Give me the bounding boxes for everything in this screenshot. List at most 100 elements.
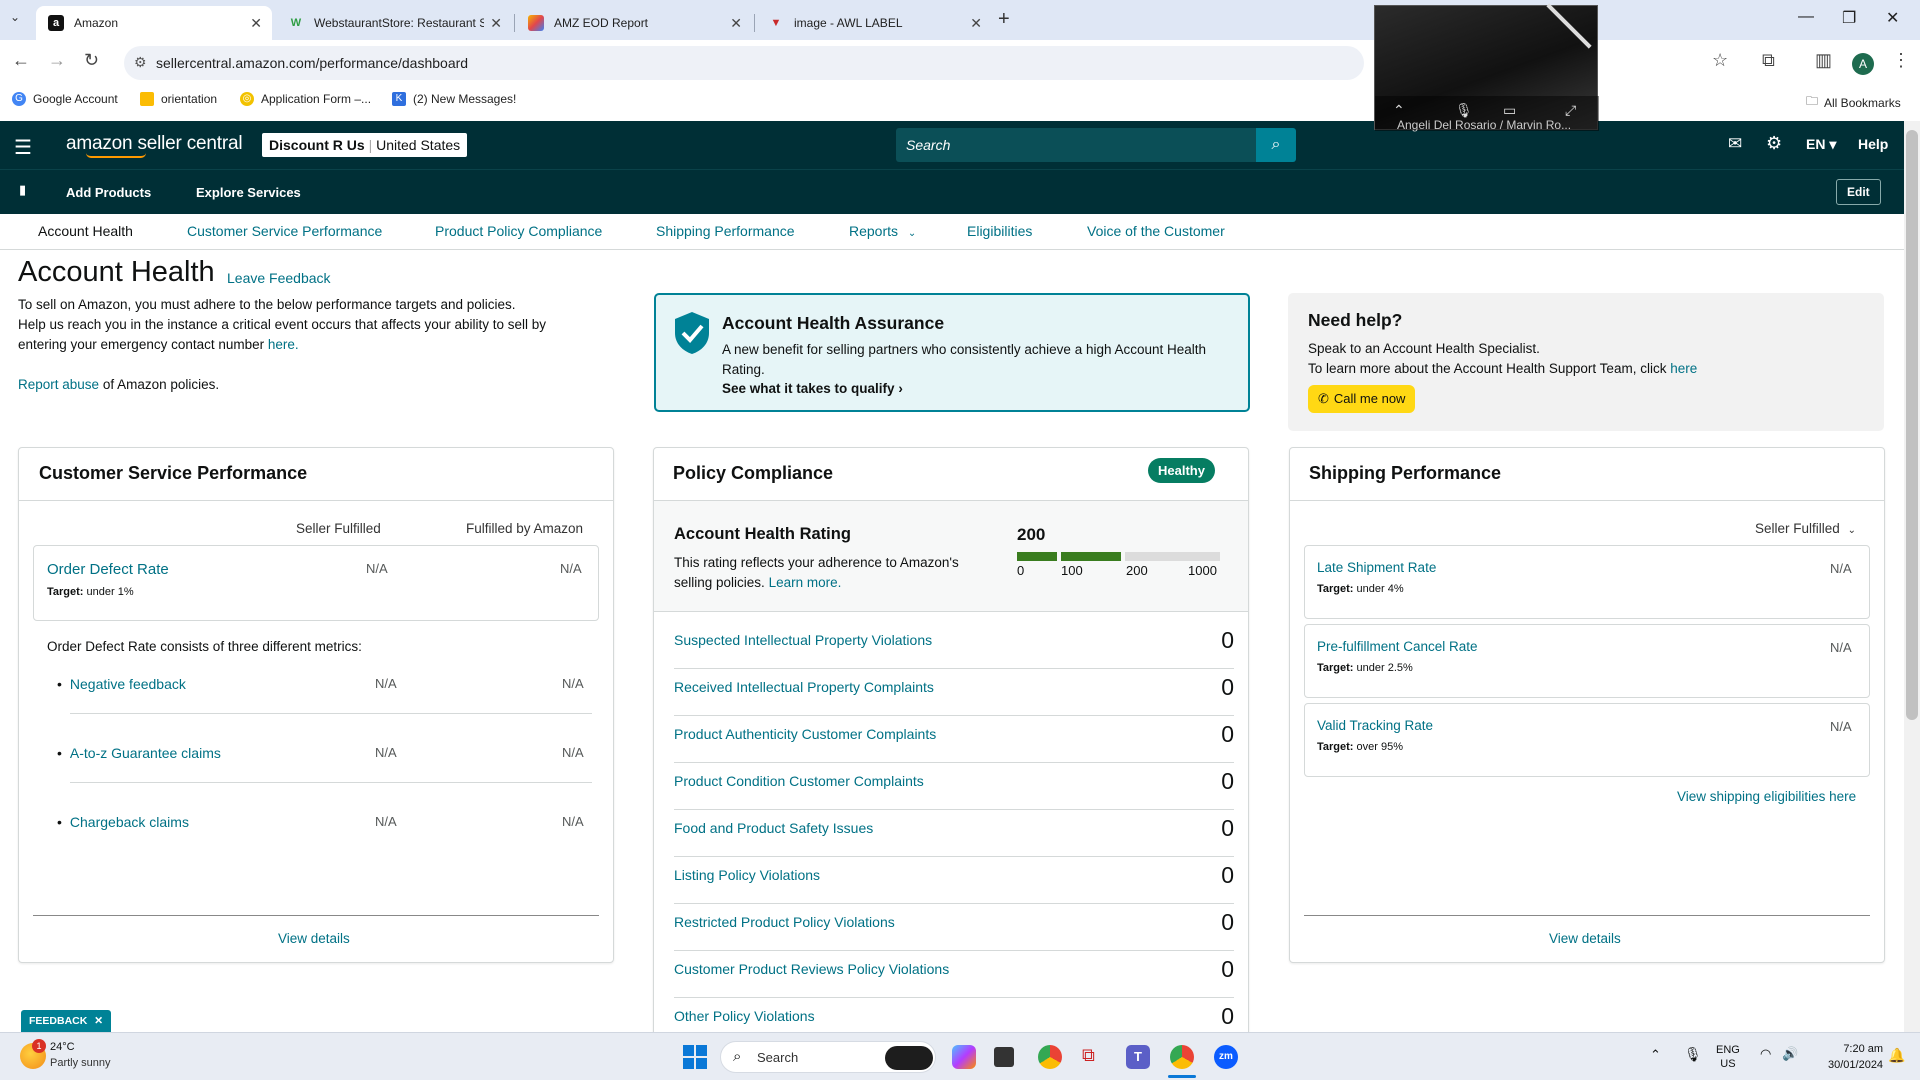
csp-view-details-link[interactable]: View details: [278, 931, 350, 946]
policy-item-link[interactable]: Product Condition Customer Complaints: [674, 773, 924, 789]
policy-item-link[interactable]: Other Policy Violations: [674, 1008, 815, 1024]
scrollbar-thumb[interactable]: [1906, 130, 1918, 720]
store-switcher[interactable]: Discount R Us | United States: [262, 133, 468, 157]
search-button[interactable]: ⌕: [1256, 128, 1296, 162]
file-explorer-icon[interactable]: [994, 1047, 1014, 1067]
close-tab-icon[interactable]: ✕: [250, 15, 262, 32]
wifi-icon[interactable]: ◠: [1760, 1046, 1771, 1062]
windows-start-icon[interactable]: [683, 1045, 707, 1069]
mail-icon[interactable]: ✉: [1728, 134, 1742, 154]
tab-product-policy[interactable]: Product Policy Compliance: [435, 223, 602, 239]
leave-feedback-link[interactable]: Leave Feedback: [227, 270, 331, 286]
policy-item-link[interactable]: Listing Policy Violations: [674, 867, 820, 883]
tab-search-chevron-icon[interactable]: ⌄: [10, 10, 20, 24]
explore-services-link[interactable]: Explore Services: [196, 185, 301, 200]
search-input[interactable]: Search: [896, 128, 1256, 162]
policy-title: Policy Compliance: [673, 463, 834, 483]
bookmark-new-messages[interactable]: K (2) New Messages!: [392, 92, 516, 106]
policy-item-link[interactable]: Restricted Product Policy Violations: [674, 914, 895, 930]
edit-button[interactable]: Edit: [1836, 179, 1881, 205]
tab-account-health[interactable]: Account Health: [38, 223, 133, 239]
feedback-tab[interactable]: FEEDBACK ✕: [21, 1010, 112, 1032]
chrome-profile-icon[interactable]: [1170, 1045, 1194, 1069]
valid-tracking-link[interactable]: Valid Tracking Rate: [1317, 718, 1433, 733]
minimize-button[interactable]: —: [1798, 8, 1814, 26]
microphone-icon[interactable]: 🎙: [1684, 1046, 1702, 1063]
close-window-button[interactable]: ✕: [1886, 8, 1899, 28]
restore-button[interactable]: ❐: [1842, 8, 1856, 28]
policy-item-link[interactable]: Suspected Intellectual Property Violatio…: [674, 632, 932, 648]
video-call-overlay[interactable]: ⌃ 🎙 ▭ ⤢ Angeli Del Rosario / Marvin Ro..…: [1374, 3, 1599, 132]
language-selector[interactable]: EN ▾: [1806, 136, 1836, 153]
qualify-link[interactable]: See what it takes to qualify ›: [722, 381, 903, 396]
tab-shipping[interactable]: Shipping Performance: [656, 223, 795, 239]
forward-icon[interactable]: →: [48, 50, 66, 71]
back-icon[interactable]: ←: [12, 50, 30, 71]
odr-link[interactable]: Order Defect Rate: [47, 561, 169, 578]
pdf-icon[interactable]: ⧉: [1082, 1045, 1104, 1069]
settings-gear-icon[interactable]: ⚙: [1766, 133, 1782, 154]
bookmark-orientation[interactable]: orientation: [140, 92, 217, 106]
support-team-link[interactable]: here: [1670, 361, 1697, 376]
bookmark-google-account[interactable]: G Google Account: [12, 92, 118, 106]
input-language[interactable]: ENG US: [1716, 1043, 1740, 1071]
volume-icon[interactable]: 🔊: [1782, 1046, 1798, 1062]
profile-avatar[interactable]: A: [1852, 53, 1874, 75]
tab-customer-service[interactable]: Customer Service Performance: [187, 223, 382, 239]
expand-icon[interactable]: ⤢: [1565, 102, 1576, 119]
address-bar[interactable]: ⚙ sellercentral.amazon.com/performance/d…: [124, 46, 1364, 80]
browser-tab-webstaurant[interactable]: W WebstaurantStore: Restaurant S ✕: [276, 6, 512, 40]
site-info-icon[interactable]: ⚙: [134, 54, 147, 71]
shipping-eligibilities-link[interactable]: View shipping eligibilities here: [1677, 789, 1856, 804]
policy-item-link[interactable]: Received Intellectual Property Complaint…: [674, 679, 934, 695]
browser-tab-amz-eod[interactable]: AMZ EOD Report ✕: [516, 6, 752, 40]
browser-tab-amazon[interactable]: a Amazon ✕: [36, 6, 272, 40]
side-panel-icon[interactable]: ▥: [1815, 50, 1832, 71]
bookmark-application-form[interactable]: ◎ Application Form –...: [240, 92, 371, 106]
metric-chargeback[interactable]: • Chargeback claims: [57, 814, 189, 830]
tab-voice-of-customer[interactable]: Voice of the Customer: [1087, 223, 1225, 239]
tray-chevron-icon[interactable]: ⌃: [1650, 1047, 1661, 1063]
report-abuse-link[interactable]: Report abuse: [18, 377, 99, 392]
bookmark-icon[interactable]: ▮: [19, 182, 26, 198]
seller-central-logo[interactable]: amazon seller central: [66, 133, 243, 155]
browser-menu-icon[interactable]: ⋮: [1892, 50, 1910, 71]
copilot-icon[interactable]: [952, 1045, 976, 1069]
emergency-contact-link[interactable]: here.: [268, 337, 299, 352]
bookmark-star-icon[interactable]: ☆: [1712, 50, 1728, 71]
cancel-rate-link[interactable]: Pre-fulfillment Cancel Rate: [1317, 639, 1478, 654]
fulfillment-filter[interactable]: Seller Fulfilled ⌄: [1755, 521, 1856, 536]
shipping-view-details-link[interactable]: View details: [1549, 931, 1621, 946]
browser-tab-awl-label[interactable]: ▼ image - AWL LABEL ✕: [756, 6, 992, 40]
help-link[interactable]: Help: [1858, 136, 1888, 152]
zoom-icon[interactable]: zm: [1214, 1045, 1238, 1069]
taskbar-search[interactable]: ⌕ Search: [720, 1041, 936, 1073]
late-shipment-link[interactable]: Late Shipment Rate: [1317, 560, 1436, 575]
hamburger-menu-icon[interactable]: ☰: [14, 135, 32, 160]
close-tab-icon[interactable]: ✕: [490, 15, 502, 32]
metric-a-to-z[interactable]: • A-to-z Guarantee claims: [57, 745, 221, 761]
reload-icon[interactable]: ↻: [84, 50, 99, 71]
tab-eligibilities[interactable]: Eligibilities: [967, 223, 1032, 239]
learn-more-link[interactable]: Learn more.: [769, 575, 842, 590]
all-bookmarks[interactable]: 🗀 All Bookmarks: [1806, 92, 1901, 113]
policy-item-link[interactable]: Food and Product Safety Issues: [674, 820, 873, 836]
new-tab-button[interactable]: +: [998, 8, 1010, 31]
policy-item-link[interactable]: Customer Product Reviews Policy Violatio…: [674, 961, 949, 977]
call-me-now-button[interactable]: ✆ Call me now: [1308, 385, 1416, 413]
extensions-icon[interactable]: ⧉: [1762, 50, 1775, 71]
mic-off-icon[interactable]: 🎙: [1455, 102, 1473, 119]
teams-icon[interactable]: T: [1126, 1045, 1150, 1069]
policy-item-link[interactable]: Product Authenticity Customer Complaints: [674, 726, 936, 742]
add-products-link[interactable]: Add Products: [66, 185, 151, 200]
metric-negative-feedback[interactable]: • Negative feedback: [57, 676, 186, 692]
chevron-up-icon[interactable]: ⌃: [1393, 102, 1405, 119]
camera-icon[interactable]: ▭: [1503, 102, 1516, 119]
tab-reports[interactable]: Reports ⌄: [849, 223, 916, 239]
close-tab-icon[interactable]: ✕: [970, 15, 982, 32]
notification-bell-icon[interactable]: 🔔: [1888, 1047, 1905, 1064]
close-icon[interactable]: ✕: [94, 1015, 103, 1027]
clock[interactable]: 7:20 am 30/01/2024: [1828, 1041, 1883, 1073]
close-tab-icon[interactable]: ✕: [730, 15, 742, 32]
chrome-icon[interactable]: [1038, 1045, 1062, 1069]
